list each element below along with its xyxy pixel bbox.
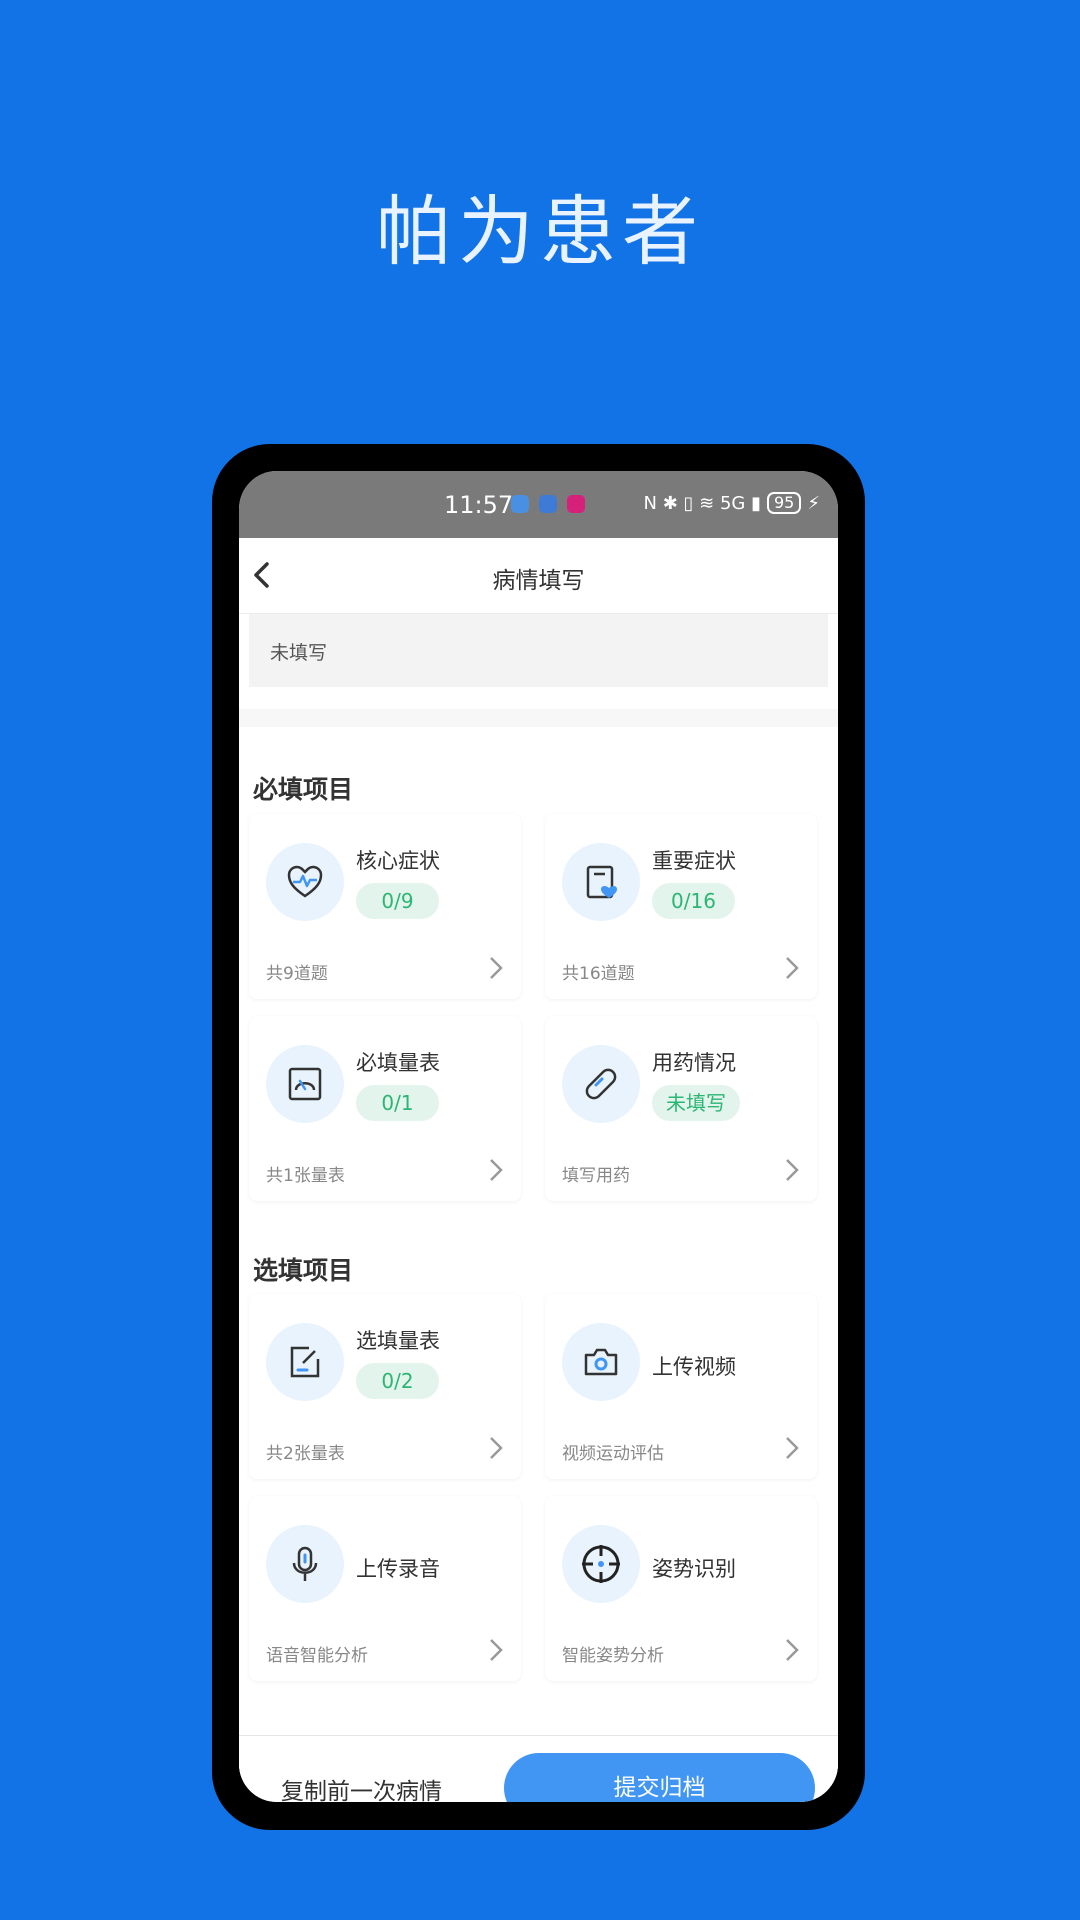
card-subtitle: 共16道题 <box>562 964 635 984</box>
card-title: 必填量表 <box>356 1051 440 1075</box>
submit-archive-button[interactable]: 提交归档 <box>504 1753 815 1802</box>
bottom-action-bar: 复制前一次病情 提交归档 <box>239 1735 838 1802</box>
card-upload-audio[interactable]: 上传录音 语音智能分析 <box>249 1496 521 1681</box>
document-heart-icon <box>562 843 640 921</box>
note-box[interactable]: 未填写 <box>249 614 828 687</box>
card-posture-recognition[interactable]: 姿势识别 智能姿势分析 <box>545 1496 817 1681</box>
pill-icon <box>562 1045 640 1123</box>
copy-previous-button[interactable]: 复制前一次病情 <box>281 1772 442 1802</box>
card-title: 上传录音 <box>356 1557 440 1581</box>
status-indicators: N ✱ ▯ ≋ 5G ▮ 95 ⚡ <box>644 492 820 514</box>
card-subtitle: 填写用药 <box>562 1166 630 1186</box>
card-subtitle: 语音智能分析 <box>266 1646 368 1666</box>
card-subtitle: 共1张量表 <box>266 1166 345 1186</box>
gauge-icon <box>266 1045 344 1123</box>
optional-section-title: 选填项目 <box>253 1256 354 1285</box>
progress-badge: 0/16 <box>652 883 735 919</box>
card-subtitle: 视频运动评估 <box>562 1444 664 1464</box>
card-optional-scale[interactable]: 选填量表 0/2 共2张量表 <box>249 1294 521 1479</box>
heartbeat-icon <box>266 843 344 921</box>
card-important-symptoms[interactable]: 重要症状 0/16 共16道题 <box>545 814 817 999</box>
card-subtitle: 智能姿势分析 <box>562 1646 664 1666</box>
battery-icon: 95 <box>767 492 802 514</box>
required-section-title: 必填项目 <box>253 775 354 804</box>
card-upload-video[interactable]: 上传视频 视频运动评估 <box>545 1294 817 1479</box>
card-title: 选填量表 <box>356 1329 440 1353</box>
progress-badge: 0/2 <box>356 1363 439 1399</box>
app-notification-icon <box>511 495 529 513</box>
status-badge: 未填写 <box>652 1085 740 1121</box>
charging-icon: ⚡ <box>807 492 820 514</box>
progress-badge: 0/1 <box>356 1085 439 1121</box>
page-title: 病情填写 <box>492 568 585 594</box>
card-medication[interactable]: 用药情况 未填写 填写用药 <box>545 1016 817 1201</box>
status-bar: 11:57 N ✱ ▯ ≋ 5G ▮ 95 ⚡ <box>239 471 838 538</box>
chevron-right-icon <box>786 1159 799 1181</box>
section-divider <box>239 709 838 727</box>
nav-bar: 病情填写 <box>239 538 838 614</box>
app-notification-icon <box>539 495 557 513</box>
chevron-right-icon <box>490 1159 503 1181</box>
chevron-right-icon <box>786 957 799 979</box>
edit-scale-icon <box>266 1323 344 1401</box>
card-title: 姿势识别 <box>652 1557 736 1581</box>
camera-icon <box>562 1323 640 1401</box>
phone-screen: 11:57 N ✱ ▯ ≋ 5G ▮ 95 ⚡ 病情填写 未填写 必填项目 核心… <box>239 471 838 1802</box>
app-notification-icon <box>567 495 585 513</box>
chevron-right-icon <box>786 1437 799 1459</box>
card-title: 重要症状 <box>652 849 736 873</box>
chevron-right-icon <box>490 957 503 979</box>
status-icons-text: N ✱ ▯ ≋ 5G ▮ <box>643 492 761 514</box>
card-core-symptoms[interactable]: 核心症状 0/9 共9道题 <box>249 814 521 999</box>
crosshair-icon <box>562 1525 640 1603</box>
chevron-right-icon <box>490 1437 503 1459</box>
progress-badge: 0/9 <box>356 883 439 919</box>
card-required-scale[interactable]: 必填量表 0/1 共1张量表 <box>249 1016 521 1201</box>
card-title: 上传视频 <box>652 1355 736 1379</box>
card-title: 用药情况 <box>652 1051 736 1075</box>
card-subtitle: 共2张量表 <box>266 1444 345 1464</box>
card-subtitle: 共9道题 <box>266 964 328 984</box>
card-title: 核心症状 <box>356 849 440 873</box>
status-time: 11:57 <box>444 491 514 519</box>
note-text: 未填写 <box>270 642 328 664</box>
chevron-right-icon <box>490 1639 503 1661</box>
hero-title: 帕为患者 <box>376 187 704 276</box>
microphone-icon <box>266 1525 344 1603</box>
chevron-right-icon <box>786 1639 799 1661</box>
content-area: 未填写 必填项目 核心症状 0/9 共9道题 重要症状 0/16 共16道题 必… <box>239 614 838 1784</box>
